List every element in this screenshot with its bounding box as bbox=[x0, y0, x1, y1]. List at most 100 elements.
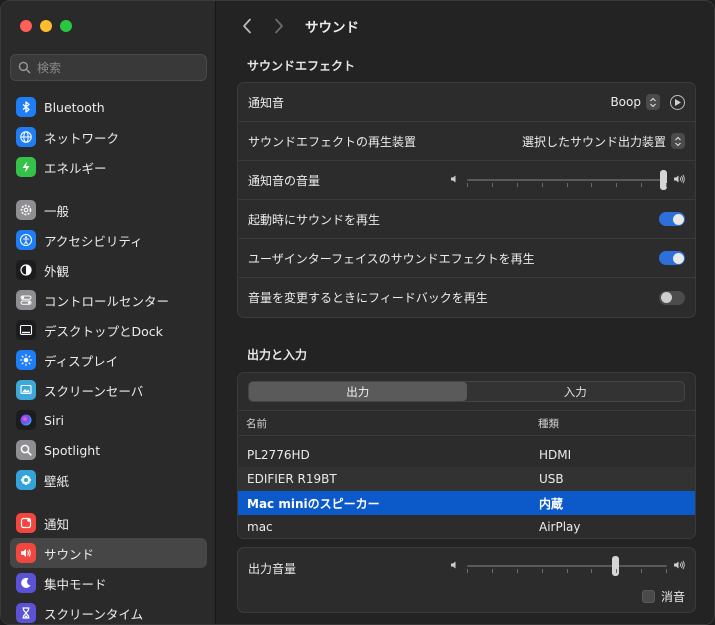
back-button[interactable] bbox=[237, 16, 257, 36]
sidebar-item-label: ディスプレイ bbox=[44, 353, 119, 369]
slider-tick bbox=[492, 183, 493, 187]
main-pane: サウンド サウンドエフェクト 通知音 Boop サウンドエフェクトの再生装置 選… bbox=[217, 1, 714, 624]
mute-checkbox[interactable] bbox=[641, 590, 655, 603]
column-header-type[interactable]: 種類 bbox=[538, 416, 559, 431]
sidebar-item-bluetooth[interactable]: Bluetooth bbox=[10, 92, 207, 122]
search-icon bbox=[18, 61, 31, 74]
slider-tick bbox=[517, 183, 518, 187]
tab-input[interactable]: 入力 bbox=[467, 382, 685, 401]
sidebar-item-screen-time[interactable]: スクリーンタイム bbox=[10, 598, 207, 624]
forward-button[interactable] bbox=[269, 16, 289, 36]
sidebar-item-label: エネルギー bbox=[44, 160, 107, 176]
settings-window: Bluetooth ネットワーク エネルギー 一般 アクセシビリティ 外 bbox=[0, 0, 715, 625]
volume-high-icon bbox=[673, 559, 685, 574]
sidebar-item-siri[interactable]: Siri bbox=[10, 405, 207, 435]
slider-tick bbox=[591, 569, 592, 573]
zoom-window-button[interactable] bbox=[60, 20, 72, 32]
mute-control[interactable]: 消音 bbox=[641, 588, 685, 605]
sidebar-item-label: Siri bbox=[44, 412, 65, 428]
sidebar-item-screensaver[interactable]: スクリーンセーバ bbox=[10, 375, 207, 405]
sidebar-item-label: デスクトップとDock bbox=[44, 323, 163, 339]
sidebar-item-accessibility[interactable]: アクセシビリティ bbox=[10, 225, 207, 255]
sidebar-item-wallpaper[interactable]: 壁紙 bbox=[10, 465, 207, 495]
sidebar-item-label: 通知 bbox=[44, 516, 70, 532]
bell-icon bbox=[16, 513, 36, 533]
device-row-selected[interactable]: Mac miniのスピーカー 内蔵 bbox=[238, 491, 695, 515]
ui-effects-toggle[interactable] bbox=[659, 251, 685, 265]
tab-output[interactable]: 出力 bbox=[249, 382, 467, 401]
sidebar-item-label: アクセシビリティ bbox=[44, 233, 143, 249]
bluetooth-icon bbox=[16, 97, 36, 117]
siri-icon bbox=[16, 410, 36, 430]
appearance-icon bbox=[16, 260, 36, 280]
slider-tick bbox=[641, 183, 642, 187]
output-volume-label: 出力音量 bbox=[248, 562, 297, 576]
output-input-card: 出力 入力 名前 種類 PL2776HD HDMI EDIFIER R19BT … bbox=[237, 372, 696, 539]
search-field[interactable] bbox=[10, 54, 207, 81]
startup-sound-toggle[interactable] bbox=[659, 212, 685, 226]
slider-tick bbox=[616, 183, 617, 187]
sidebar-item-display[interactable]: ディスプレイ bbox=[10, 345, 207, 375]
control-center-icon bbox=[16, 290, 36, 310]
output-input-segmented-control: 出力 入力 bbox=[248, 381, 685, 402]
sidebar-item-network[interactable]: ネットワーク bbox=[10, 122, 207, 152]
slider-thumb[interactable] bbox=[612, 556, 619, 576]
wallpaper-icon bbox=[16, 470, 36, 490]
battery-bolt-icon bbox=[16, 157, 36, 177]
device-row[interactable]: mac AirPlay bbox=[238, 515, 695, 538]
search-input[interactable] bbox=[37, 60, 197, 75]
minimize-window-button[interactable] bbox=[40, 20, 52, 32]
effects-device-row: サウンドエフェクトの再生装置 選択したサウンド出力装置 bbox=[238, 122, 695, 161]
slider-tick bbox=[492, 569, 493, 573]
ui-effects-label: ユーザインターフェイスのサウンドエフェクトを再生 bbox=[248, 251, 535, 266]
device-row[interactable]: PL2776HD HDMI bbox=[238, 443, 695, 467]
sidebar-item-notifications[interactable]: 通知 bbox=[10, 508, 207, 538]
device-type: HDMI bbox=[539, 448, 572, 462]
alert-sound-popup[interactable]: Boop bbox=[610, 94, 660, 110]
startup-sound-label: 起動時にサウンドを再生 bbox=[248, 212, 381, 227]
alert-sound-label: 通知音 bbox=[248, 95, 285, 110]
sidebar-item-general[interactable]: 一般 bbox=[10, 195, 207, 225]
speaker-icon bbox=[16, 543, 36, 563]
column-header-name[interactable]: 名前 bbox=[246, 416, 267, 431]
screensaver-icon bbox=[16, 380, 36, 400]
slider-tick bbox=[517, 569, 518, 573]
sidebar-item-label: 一般 bbox=[44, 203, 70, 219]
device-name: PL2776HD bbox=[247, 448, 310, 462]
output-volume-slider[interactable] bbox=[467, 556, 667, 576]
play-icon bbox=[675, 98, 681, 106]
mute-label: 消音 bbox=[660, 590, 685, 604]
gear-icon bbox=[16, 200, 36, 220]
effects-device-popup[interactable]: 選択したサウンド出力装置 bbox=[522, 133, 685, 150]
device-type: 内蔵 bbox=[539, 496, 564, 511]
page-title: サウンド bbox=[305, 20, 359, 36]
sidebar-item-label: 壁紙 bbox=[44, 473, 70, 489]
window-controls bbox=[20, 20, 72, 32]
chevron-right-icon bbox=[275, 18, 283, 34]
sidebar-item-focus[interactable]: 集中モード bbox=[10, 568, 207, 598]
device-row[interactable]: EDIFIER R19BT USB bbox=[238, 467, 695, 491]
slider-tick bbox=[567, 183, 568, 187]
alert-sound-row: 通知音 Boop bbox=[238, 83, 695, 122]
play-alert-button[interactable] bbox=[670, 94, 685, 110]
section-title-output-input: 出力と入力 bbox=[247, 348, 308, 362]
alert-volume-label: 通知音の音量 bbox=[248, 173, 321, 188]
updown-chevron-icon bbox=[646, 94, 660, 110]
slider-thumb[interactable] bbox=[660, 170, 667, 190]
sidebar-item-appearance[interactable]: 外観 bbox=[10, 255, 207, 285]
sidebar-item-sound[interactable]: サウンド bbox=[10, 538, 207, 568]
sidebar-item-desktop-dock[interactable]: デスクトップとDock bbox=[10, 315, 207, 345]
sidebar: Bluetooth ネットワーク エネルギー 一般 アクセシビリティ 外 bbox=[1, 1, 216, 624]
sidebar-item-spotlight[interactable]: Spotlight bbox=[10, 435, 207, 465]
globe-icon bbox=[16, 127, 36, 147]
alert-volume-slider[interactable] bbox=[467, 170, 667, 190]
volume-feedback-row: 音量を変更するときにフィードバックを再生 bbox=[238, 278, 695, 317]
device-name: EDIFIER R19BT bbox=[247, 472, 337, 486]
slider-tick bbox=[641, 569, 642, 573]
toolbar: サウンド bbox=[217, 1, 714, 51]
sidebar-item-control-center[interactable]: コントロールセンター bbox=[10, 285, 207, 315]
device-type: AirPlay bbox=[539, 520, 581, 534]
volume-feedback-toggle[interactable] bbox=[659, 290, 685, 305]
sidebar-item-energy[interactable]: エネルギー bbox=[10, 152, 207, 182]
close-window-button[interactable] bbox=[20, 20, 32, 32]
